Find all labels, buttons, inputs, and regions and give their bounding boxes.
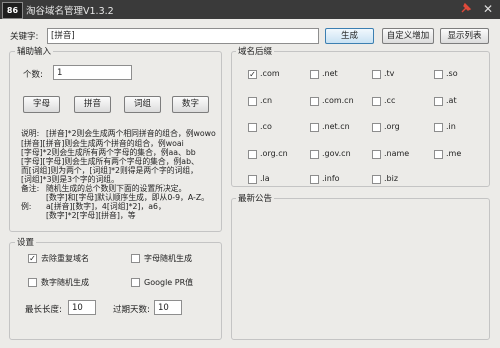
max-length-input[interactable]: 10 [68,300,96,315]
count-label: 个数: [23,70,43,80]
suffix-checkbox[interactable] [248,123,257,132]
suffix-label: .tv [384,69,395,78]
suffix-label: .so [446,69,458,78]
suffix-checkbox[interactable] [434,123,443,132]
expire-days-input[interactable]: 10 [154,300,182,315]
announcement-title: 最新公告 [236,192,275,204]
suffix-checkbox[interactable] [372,97,381,106]
suffix-label: .com [260,69,280,78]
suffix-label: .gov.cn [322,149,351,158]
example-label: 例: [21,202,32,211]
app-logo: 86 [2,2,23,19]
help-line: [拼音]*2则会生成两个相同拼音的组合，例wowo [46,129,216,138]
digit-button[interactable]: 数字 [172,96,209,113]
suffix-label: .co [260,122,272,131]
suffix-checkbox[interactable] [372,123,381,132]
suffix-label: .info [322,174,340,183]
suffix-label: .cn [260,96,273,105]
suffix-label: .me [446,149,462,158]
suffix-label: .at [446,96,457,105]
count-input[interactable]: 1 [53,65,132,80]
max-length-label: 最长长度: [25,305,62,315]
dedupe-checkbox[interactable]: ✓ [28,254,37,263]
suffix-label: .biz [384,174,399,183]
letter-random-label: 字母随机生成 [144,254,192,263]
note-label: 备注: [21,184,40,193]
suffix-label: .com.cn [322,96,354,105]
suffix-checkbox[interactable] [248,150,257,159]
suffix-label: .net [322,69,338,78]
suffix-label: .org.cn [260,149,288,158]
pin-icon[interactable] [459,2,473,16]
suffix-checkbox[interactable] [248,97,257,106]
dedupe-label: 去除重复域名 [41,254,89,263]
custom-add-button[interactable]: 自定义增加 [382,28,434,44]
suffix-checkbox[interactable] [434,97,443,106]
keyword-input[interactable]: [拼音] [47,28,319,44]
suffix-checkbox[interactable] [372,70,381,79]
suffix-checkbox[interactable] [310,97,319,106]
suffix-checkbox[interactable] [248,175,257,184]
aux-input-title: 辅助输入 [15,45,54,57]
example-line: [数字]*2[字母][拼音]，等 [46,211,136,220]
pin-icon-glyph [461,2,472,13]
google-pr-checkbox[interactable] [131,278,140,287]
suffix-label: .la [260,174,270,183]
expire-days-label: 过期天数: [113,305,150,315]
suffix-checkbox[interactable] [310,123,319,132]
suffix-label: .net.cn [322,122,350,131]
show-list-button[interactable]: 显示列表 [440,28,489,44]
suffix-checkbox[interactable] [310,175,319,184]
suffix-label: .in [446,122,456,131]
suffix-checkbox[interactable] [372,175,381,184]
suffix-label: .name [384,149,410,158]
digit-random-checkbox[interactable] [28,278,37,287]
digit-random-label: 数字随机生成 [41,278,89,287]
suffix-label: .org [384,122,400,131]
settings-title: 设置 [15,236,37,248]
keyword-label: 关键字: [10,32,39,42]
suffix-checkbox[interactable] [310,150,319,159]
phrase-button[interactable]: 词组 [124,96,161,113]
letter-random-checkbox[interactable] [131,254,140,263]
announcement-group [231,198,490,340]
help-label: 说明: [21,129,40,138]
suffix-label: .cc [384,96,396,105]
close-icon[interactable]: ✕ [479,1,497,17]
window-title: 淘谷域名管理V1.3.2 [26,6,114,17]
suffix-checkbox[interactable]: ✓ [248,70,257,79]
pinyin-button[interactable]: 拼音 [74,96,111,113]
title-bar: 86 淘谷域名管理V1.3.2 ✕ [0,0,500,19]
google-pr-label: Google PR值 [144,278,194,287]
suffix-checkbox[interactable] [310,70,319,79]
suffix-checkbox[interactable] [372,150,381,159]
suffix-checkbox[interactable] [434,70,443,79]
generate-button[interactable]: 生成 [325,28,374,44]
suffix-checkbox[interactable] [434,150,443,159]
suffix-title: 域名后缀 [236,45,275,57]
letter-button[interactable]: 字母 [23,96,60,113]
